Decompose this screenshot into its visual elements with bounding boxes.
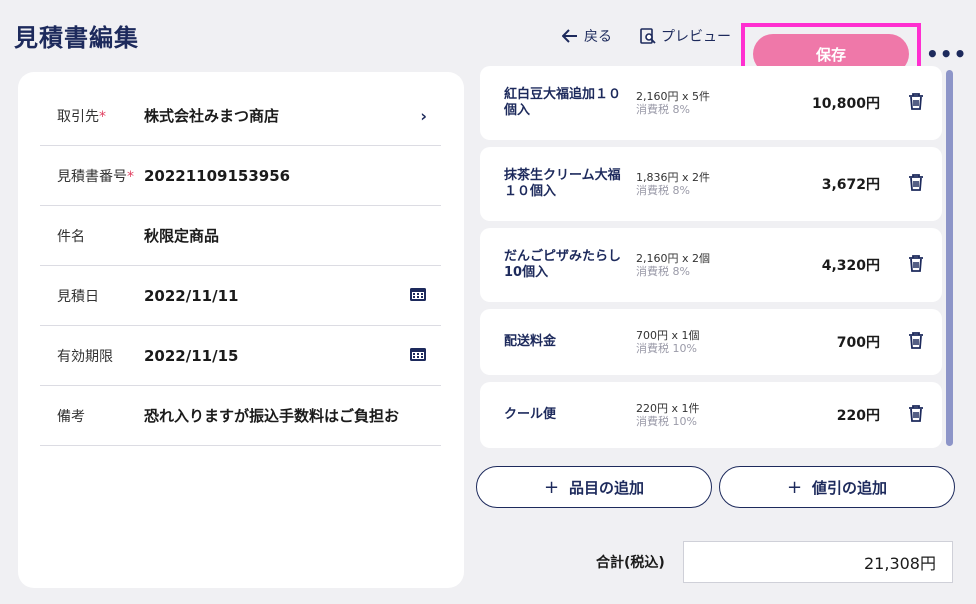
total-value: 21,308円 [683,541,953,583]
valid-until-field[interactable]: 有効期限 2022/11/15 [40,326,441,386]
add-item-label: 品目の追加 [569,478,645,497]
trash-icon[interactable] [906,253,926,277]
client-value: 株式会社みまつ商店 [144,107,280,125]
item-quantity: 2,160円 x 2個 消費税 8% [636,252,726,278]
plus-icon: + [543,476,560,498]
estimate-date-value: 2022/11/11 [144,286,239,305]
client-label: 取引先* [57,108,106,125]
trash-icon[interactable] [906,403,926,427]
more-options-button[interactable]: ••• [926,42,967,66]
calendar-icon[interactable] [409,286,427,306]
header-actions: 戻る プレビュー 保存 ••• [0,16,976,86]
item-price: 700円 [836,335,880,351]
valid-until-label: 有効期限 [57,348,113,365]
line-item[interactable]: 配送料金 700円 x 1個 消費税 10% 700円 [480,309,942,375]
trash-icon[interactable] [906,91,926,115]
client-field[interactable]: 取引先* 株式会社みまつ商店 › [40,86,441,146]
estimate-number-field[interactable]: 見積書番号* 20221109153956 [40,146,441,206]
estimate-date-label: 見積日 [57,288,99,305]
line-item[interactable]: クール便 220円 x 1件 消費税 10% 220円 [480,382,942,448]
trash-icon[interactable] [906,330,926,354]
item-tax: 消費税 8% [636,103,690,116]
line-item[interactable]: 抹茶生クリーム大福１０個入 1,836円 x 2件 消費税 8% 3,672円 [480,147,942,221]
item-price: 220円 [836,408,880,424]
back-label: 戻る [584,29,612,45]
item-name: だんごピザみたらし10個入 [504,248,622,280]
item-tax: 消費税 10% [636,342,697,355]
add-item-button[interactable]: + 品目の追加 [476,466,712,508]
items-scrollbar[interactable] [946,70,953,446]
item-quantity: 2,160円 x 5件 消費税 8% [636,90,726,116]
trash-icon[interactable] [906,172,926,196]
add-discount-button[interactable]: + 値引の追加 [719,466,955,508]
item-name: 抹茶生クリーム大福１０個入 [504,167,621,199]
total-label: 合計(税込) [596,555,665,571]
valid-until-value: 2022/11/15 [144,346,239,365]
estimate-form: 取引先* 株式会社みまつ商店 › 見積書番号* 20221109153956 件… [18,72,464,588]
item-price: 4,320円 [821,258,880,274]
calendar-icon[interactable] [409,346,427,366]
arrow-left-icon [562,29,577,43]
item-name: 紅白豆大福追加１０個入 [504,86,622,118]
line-item[interactable]: 紅白豆大福追加１０個入 2,160円 x 5件 消費税 8% 10,800円 [480,66,942,140]
subject-field[interactable]: 件名 秋限定商品 [40,206,441,266]
item-tax: 消費税 8% [636,265,690,278]
item-price: 3,672円 [821,177,880,193]
estimate-number-value: 20221109153956 [144,166,291,185]
estimate-number-label: 見積書番号* [57,168,134,185]
back-button[interactable]: 戻る [562,26,612,46]
plus-icon: + [786,476,803,498]
item-tax: 消費税 8% [636,184,690,197]
add-discount-label: 値引の追加 [812,478,888,497]
estimate-date-field[interactable]: 見積日 2022/11/11 [40,266,441,326]
item-quantity: 700円 x 1個 消費税 10% [636,329,726,355]
notes-field[interactable]: 備考 恐れ入りますが振込手数料はご負担お [40,386,441,446]
item-name: 配送料金 [504,333,557,349]
line-item[interactable]: だんごピザみたらし10個入 2,160円 x 2個 消費税 8% 4,320円 [480,228,942,302]
subject-value: 秋限定商品 [144,227,220,245]
notes-value: 恐れ入りますが振込手数料はご負担お [144,407,400,425]
preview-icon [640,28,656,44]
item-name: クール便 [504,406,557,422]
chevron-right-icon[interactable]: › [420,106,427,125]
preview-button[interactable]: プレビュー [640,26,731,46]
notes-label: 備考 [57,408,85,425]
preview-label: プレビュー [661,29,731,45]
item-price: 10,800円 [811,96,880,112]
item-tax: 消費税 10% [636,415,697,428]
item-quantity: 1,836円 x 2件 消費税 8% [636,171,726,197]
line-items-list: 紅白豆大福追加１０個入 2,160円 x 5件 消費税 8% 10,800円 抹茶… [480,66,955,452]
item-quantity: 220円 x 1件 消費税 10% [636,402,726,428]
subject-label: 件名 [57,228,85,245]
